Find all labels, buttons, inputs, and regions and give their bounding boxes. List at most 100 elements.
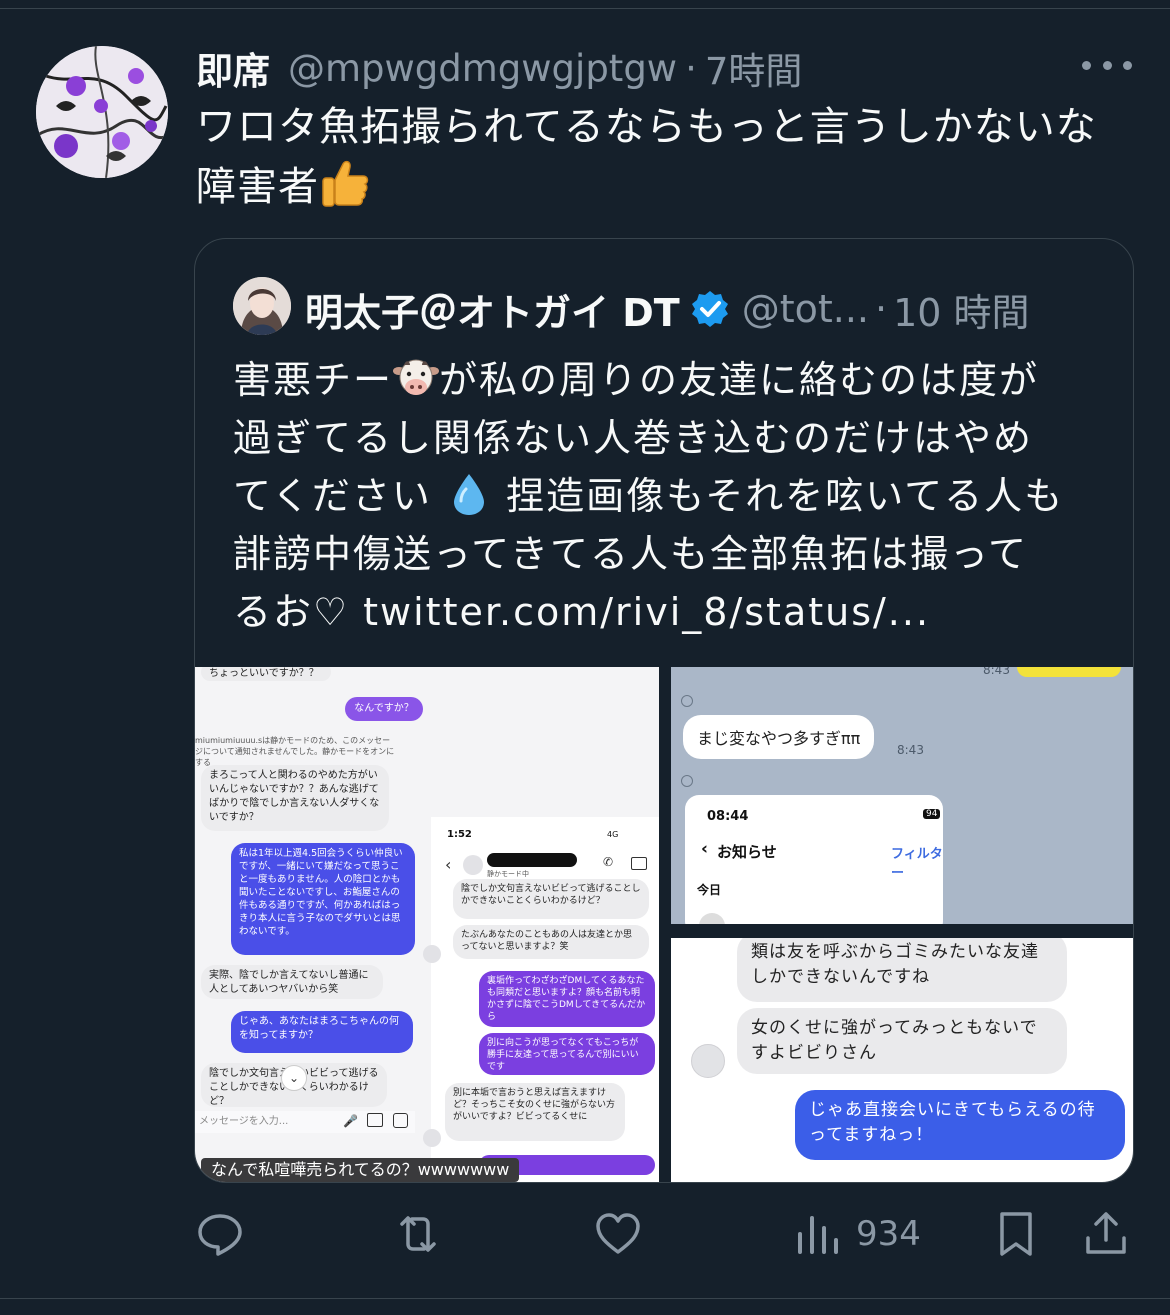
verified-icon xyxy=(691,291,728,327)
line-timestamp: 8:43 xyxy=(983,667,1010,677)
sticker-icon[interactable] xyxy=(393,1113,408,1128)
redacted-name xyxy=(487,853,577,867)
quoted-time[interactable]: 10 時間 xyxy=(893,282,1029,337)
chat-bubble: 私は1年以上週4.5回会うくらい仲良いですが、一緒にいて嫌だなって思うこと一度も… xyxy=(231,843,415,955)
contact-avatar xyxy=(423,945,441,963)
views-count: 934 xyxy=(856,1214,921,1254)
quoted-line1-a: 害悪チー xyxy=(233,358,394,402)
chat-bubble: ちょっといいですか？？ xyxy=(201,667,331,681)
back-icon[interactable]: ‹ xyxy=(445,855,451,874)
chat-bubble: 陰でしか文句言えないビビって逃げることしかできないことくらいわかるけど？ xyxy=(453,879,649,919)
chat-bubble: 実際、陰でしか言えてないし普通に人としてあいつヤバいから笑 xyxy=(201,965,383,999)
quoted-display-name[interactable]: 明太子＠オトガイ DT xyxy=(305,282,680,337)
section-today: 今日 xyxy=(697,883,722,897)
quoted-line5[interactable]: るお♡ twitter.com/rivi_8/status/... xyxy=(233,583,1113,641)
separator: · xyxy=(685,46,697,90)
contact-avatar xyxy=(681,695,693,707)
tweet-header: 即席 @mpwgdmgwgjptgw · 7時間 xyxy=(196,40,802,96)
card-battery: 94 xyxy=(923,809,941,819)
quoted-tweet[interactable]: 明太子＠オトガイ DT @tot... · 10 時間 害悪チー が私の周りの友… xyxy=(194,238,1134,1183)
retweet-button[interactable] xyxy=(394,1204,442,1264)
media-image-2[interactable]: 8:43 まじ変なやつ多すぎππ 8:43 08:44 94 ‹ お知らせ フィ… xyxy=(671,667,1133,924)
chat-bubble: なんですか？ xyxy=(345,697,423,721)
views-button[interactable]: 934 xyxy=(794,1204,921,1264)
phone-signal: 4G xyxy=(607,830,619,839)
chat-bubble: 裏垢作ってわざわざDMしてくるあなたも同類だと思いますよ？顔も名前も明かさずに陰… xyxy=(479,971,655,1027)
quoted-handle[interactable]: @tot... xyxy=(742,287,869,331)
tweet-time[interactable]: 7時間 xyxy=(705,41,803,95)
retweet-icon xyxy=(400,1216,436,1252)
tweet-text-line1: ワロタ魚拓撮られてるならもっと言うしかないな xyxy=(196,104,1097,150)
back-icon[interactable]: ‹ xyxy=(701,839,708,859)
more-icon[interactable] xyxy=(1082,48,1132,82)
quoted-line2: 過ぎてるし関係ない人巻き込むのだけはやめ xyxy=(233,416,1034,460)
chat-bubble: まろこって人と関わるのやめた方がいいんじゃないですか？？あんな逃げてばかりで陰で… xyxy=(201,765,389,831)
reply-button[interactable] xyxy=(196,1204,244,1264)
card-clock: 08:44 xyxy=(707,809,749,824)
microphone-icon[interactable]: 🎤 xyxy=(343,1114,358,1128)
like-button[interactable] xyxy=(594,1204,642,1264)
notification-card: 08:44 94 ‹ お知らせ フィルター 今日 xyxy=(685,795,943,924)
views-icon xyxy=(798,1216,838,1254)
quoted-header: 明太子＠オトガイ DT @tot... · 10 時間 xyxy=(305,281,1030,337)
contact-avatar xyxy=(691,1044,725,1078)
quoted-author-avatar[interactable] xyxy=(233,277,291,335)
share-button[interactable] xyxy=(1082,1204,1130,1264)
quoted-avatar-image xyxy=(233,277,291,335)
contact-avatar xyxy=(463,855,483,875)
phone-screenshot: 1:52 4G ‹ 静かモード中 ✆ 陰でしか文句言えないビビって逃げることしか… xyxy=(423,817,659,1182)
bottom-divider xyxy=(0,1298,1170,1299)
avatar-image xyxy=(36,46,168,178)
message-input[interactable]: メッセージを入力... xyxy=(199,1116,288,1127)
bookmark-icon xyxy=(1000,1212,1032,1256)
chat-bubble: じゃあ直接会いにきてもらえるの待ってますねっ！ xyxy=(795,1090,1125,1160)
contact-avatar xyxy=(423,1129,441,1147)
cow-emoji xyxy=(393,359,440,395)
quoted-separator: · xyxy=(875,287,888,331)
line-bubble: まじ変なやつ多すぎππ xyxy=(683,715,875,759)
chat-bubble: 別に向こうが思ってなくてもこっちが勝手に友達って思ってるんで別にいいです xyxy=(479,1033,655,1075)
image-icon[interactable] xyxy=(367,1113,383,1127)
chevron-down-icon[interactable]: ⌄ xyxy=(281,1065,307,1091)
share-icon xyxy=(1086,1212,1126,1254)
like-icon xyxy=(596,1213,640,1254)
contact-avatar xyxy=(681,775,693,787)
chat-bubble: 別に本垢で言おうと思えば言えますけど？そっちこそ女のくせに強がらない方がいいです… xyxy=(445,1083,625,1141)
filter-link[interactable]: フィルター xyxy=(891,843,943,881)
action-bar: 934 xyxy=(0,1204,1170,1264)
bookmark-button[interactable] xyxy=(992,1204,1040,1264)
chat-bubble: じゃあ、あなたはまろこちゃんの何を知ってますか？ xyxy=(231,1011,413,1053)
video-call-icon[interactable] xyxy=(631,857,647,870)
author-handle[interactable]: @mpwgdmgwgjptgw xyxy=(288,47,677,90)
media-image-1[interactable]: ちょっといいですか？？ なんですか？ miumiumiuuuu.sは静かモードの… xyxy=(195,667,659,1182)
own-bubble-partial xyxy=(1017,667,1121,677)
chat-bubble: たぶんあなたのこともあの人は友達とか思ってないと思いますよ？笑 xyxy=(453,925,649,959)
image-caption: なんで私喧嘩売られてるの？wwwwwww xyxy=(201,1158,520,1182)
quiet-mode-notice: miumiumiuuuu.sは静かモードのため、このメッセージについて通知されま… xyxy=(195,736,395,767)
quoted-line3-b: 捏造画像もそれを呟いてる人も xyxy=(506,474,1065,518)
message-input-bar[interactable]: メッセージを入力... 🎤 xyxy=(195,1111,415,1133)
line-timestamp: 8:43 xyxy=(897,743,924,757)
quoted-line4: 誹謗中傷送ってきてる人も全部魚拓は撮って xyxy=(233,532,1029,576)
chat-bubble: 女のくせに強がってみっともないですよビビりさん xyxy=(737,1008,1067,1074)
phone-clock: 1:52 xyxy=(447,829,472,840)
quoted-line1-b: が私の周りの友達に絡むのは度が xyxy=(439,358,1040,402)
notification-avatar xyxy=(699,913,725,924)
card-title: お知らせ xyxy=(717,843,777,861)
tweet-text-line2: 障害者 xyxy=(196,164,319,210)
phone-call-icon[interactable]: ✆ xyxy=(603,855,613,869)
quoted-line3-a: てください xyxy=(233,474,432,518)
line-bubble-suffix: ππ xyxy=(841,729,861,748)
chat-bubble: 類は友を呼ぶからゴミみたいな友達しかできないんですね xyxy=(737,938,1067,1002)
tweet-text: ワロタ魚拓撮られてるならもっと言うしかないな 障害者 xyxy=(196,98,1146,216)
line-bubble-text: まじ変なやつ多すぎ xyxy=(697,729,842,748)
quoted-text: 害悪チー が私の周りの友達に絡むのは度が 過ぎてるし関係ない人巻き込むのだけはや… xyxy=(233,351,1113,641)
author-avatar[interactable] xyxy=(36,46,168,178)
droplet-emoji xyxy=(453,474,484,515)
top-divider xyxy=(0,8,1170,9)
author-display-name[interactable]: 即席 xyxy=(196,41,270,95)
media-grid: ちょっといいですか？？ なんですか？ miumiumiuuuu.sは静かモードの… xyxy=(195,667,1133,1182)
reply-icon xyxy=(198,1214,242,1256)
media-image-3[interactable]: 類は友を呼ぶからゴミみたいな友達しかできないんですね 女のくせに強がってみっとも… xyxy=(671,938,1133,1182)
thumbs-up-emoji xyxy=(322,160,369,207)
